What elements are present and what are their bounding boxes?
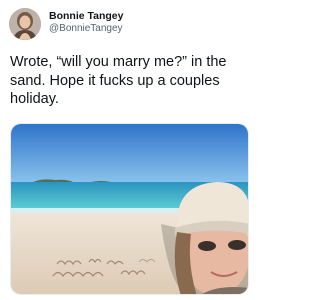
tweet-text: Wrote, “will you marry me?” in the sand.… [10, 54, 227, 107]
beach-selfie-image [11, 124, 248, 294]
avatar-photo-icon [9, 8, 41, 40]
tweet-photo[interactable] [10, 123, 249, 295]
author-avatar[interactable] [9, 8, 41, 40]
author-name[interactable]: Bonnie Tangey [49, 10, 123, 22]
author-handle[interactable]: @BonnieTangey [49, 23, 123, 34]
